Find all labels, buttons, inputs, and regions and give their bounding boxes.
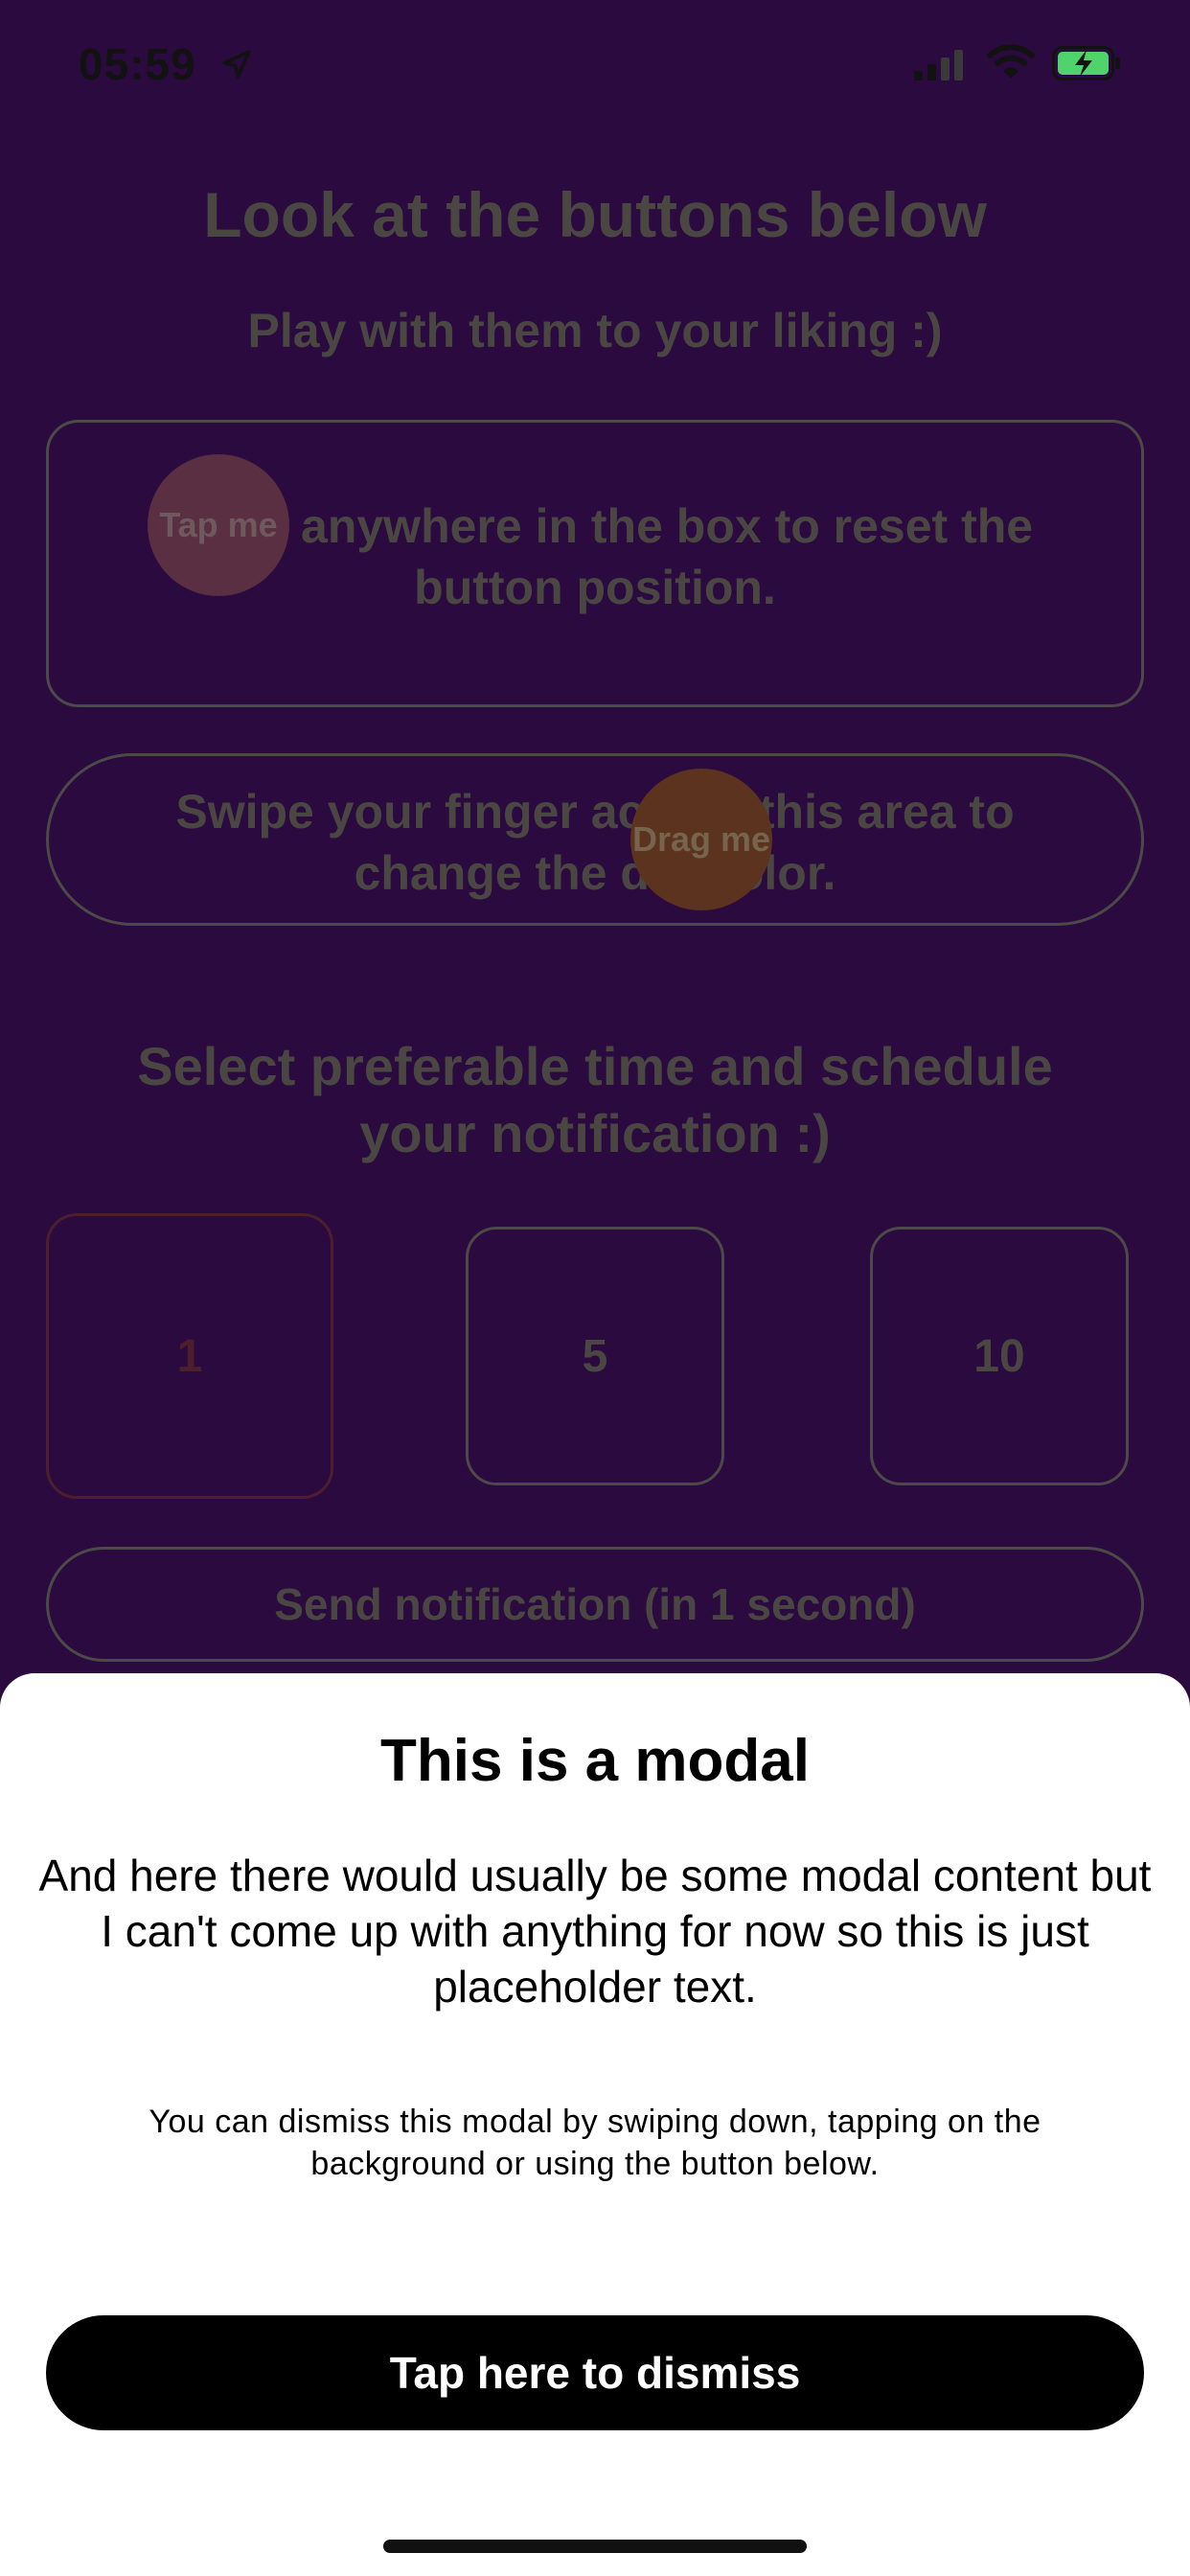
dismiss-button[interactable]: Tap here to dismiss bbox=[46, 2315, 1144, 2430]
home-indicator[interactable] bbox=[383, 2540, 807, 2553]
status-bar: 05:59 bbox=[0, 0, 1190, 130]
status-time: 05:59 bbox=[79, 39, 196, 89]
location-arrow-icon bbox=[222, 50, 251, 79]
tap-me-button[interactable]: Tap me bbox=[148, 454, 289, 596]
modal-hint-text: You can dismiss this modal by swiping do… bbox=[149, 2104, 1041, 2182]
swipe-area[interactable]: Swipe your finger across this area to ch… bbox=[46, 753, 1144, 926]
drag-me-button[interactable]: Drag me bbox=[630, 769, 772, 910]
battery-charging-icon bbox=[1052, 46, 1120, 80]
cellular-signal-icon bbox=[914, 50, 963, 80]
time-option-10[interactable]: 10 bbox=[870, 1227, 1129, 1485]
modal-sheet: This is a modal And here there would usu… bbox=[0, 1673, 1190, 2576]
modal-title: This is a modal bbox=[380, 1728, 810, 1794]
time-option-5[interactable]: 5 bbox=[466, 1227, 724, 1485]
page-heading: Look at the buttons below bbox=[203, 179, 987, 250]
schedule-heading: Select preferable time and schedule your… bbox=[137, 1036, 1053, 1163]
wifi-icon bbox=[987, 44, 1035, 79]
time-option-1[interactable]: 1 bbox=[46, 1213, 333, 1499]
swipe-area-text: Swipe your finger across this area to ch… bbox=[175, 785, 1015, 900]
page-subheading: Play with them to your liking :) bbox=[247, 304, 943, 357]
modal-body-text: And here there would usually be some mod… bbox=[38, 1851, 1152, 2012]
send-notification-button[interactable]: Send notification (in 1 second) bbox=[46, 1547, 1144, 1662]
